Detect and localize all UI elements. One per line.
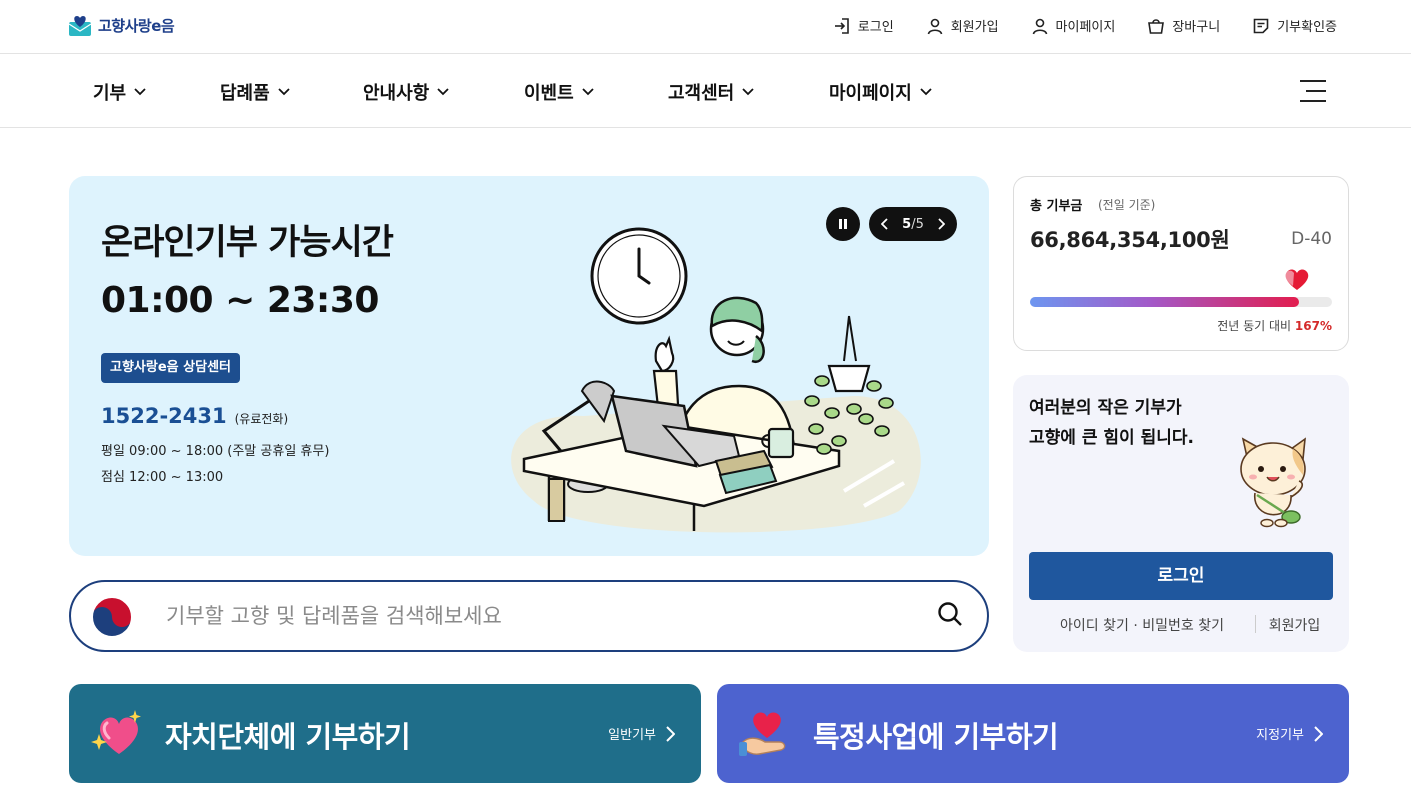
find-account-link[interactable]: 아이디 찾기 · 비밀번호 찾기 <box>1029 615 1255 635</box>
nav-item-donate[interactable]: 기부 <box>93 79 146 105</box>
total-donation-card: 총 기부금 (전일 기준) 66,864,354,100원 D-40 전년 동기… <box>1013 176 1349 351</box>
user-icon <box>927 18 942 34</box>
util-signup-link[interactable]: 회원가입 <box>926 16 999 35</box>
hero-banner: 온라인기부 가능시간 01:00 ~ 23:30 고향사랑e음 상담센터 152… <box>69 176 989 556</box>
util-login-label: 로그인 <box>857 20 894 35</box>
login-card: 여러분의 작은 기부가 고향에 큰 힘이 됩니다. 로그인 아이디 찾기 · 비… <box>1013 375 1349 652</box>
progress-fill <box>1030 297 1299 307</box>
login-links: 아이디 찾기 · 비밀번호 찾기 회원가입 <box>1029 615 1333 635</box>
hero-title: 온라인기부 가능시간 <box>101 223 394 263</box>
cat-mascot-illustration <box>1240 437 1306 528</box>
weekday-hours: 평일 09:00 ~ 18:00 (주말 공휴일 휴무) <box>101 444 330 459</box>
site-logo[interactable]: 고향사랑e음 <box>68 13 175 37</box>
util-signup-label: 회원가입 <box>950 20 999 35</box>
chevron-down-icon <box>742 88 754 96</box>
search-icon[interactable] <box>937 601 963 627</box>
nav-label: 안내사항 <box>363 83 430 104</box>
phone-note: (유료전화) <box>234 412 289 426</box>
receipt-icon <box>1253 18 1269 33</box>
nav-label: 기부 <box>93 83 127 104</box>
util-cart-label: 장바구니 <box>1172 20 1221 35</box>
util-cart-link[interactable]: 장바구니 <box>1147 16 1220 35</box>
signup-link[interactable]: 회원가입 <box>1256 615 1333 635</box>
chevron-down-icon <box>134 88 146 96</box>
phone-number: 1522-2431 <box>101 404 227 428</box>
nav-label: 이벤트 <box>524 83 574 104</box>
utility-links: 로그인 회원가입 마이페이지 장바구니 기부확인증 <box>833 16 1337 35</box>
cart-icon <box>1148 18 1165 34</box>
nav-item-guide[interactable]: 안내사항 <box>363 79 449 105</box>
util-receipt-link[interactable]: 기부확인증 <box>1252 16 1337 35</box>
heart-in-hand-icon <box>739 712 786 756</box>
logo-text: 고향사랑e음 <box>98 16 175 35</box>
banner-link-label: 일반기부 <box>608 728 656 743</box>
nav-item-support[interactable]: 고객센터 <box>668 79 754 105</box>
utility-bar: 고향사랑e음 로그인 회원가입 마이페이지 장바구니 기부확인증 <box>0 0 1411 54</box>
nav-label: 고객센터 <box>668 83 735 104</box>
heart-envelope-icon <box>68 16 92 36</box>
login-button[interactable]: 로그인 <box>1029 552 1333 600</box>
total-label: 총 기부금 <box>1030 199 1083 214</box>
nav-item-events[interactable]: 이벤트 <box>524 79 594 105</box>
total-amount: 66,864,354,100원 <box>1030 228 1230 252</box>
donation-progress-bar <box>1030 269 1332 307</box>
chevron-down-icon <box>437 88 449 96</box>
phone-block: 1522-2431 (유료전화) <box>101 404 288 428</box>
lunch-hours: 점심 12:00 ~ 13:00 <box>101 470 224 485</box>
chevron-right-icon <box>666 725 675 742</box>
login-message-line1: 여러분의 작은 기부가 <box>1029 398 1182 418</box>
nav-item-gifts[interactable]: 답례품 <box>220 79 290 105</box>
main-nav: 기부 답례품 안내사항 이벤트 고객센터 마이페이지 <box>0 55 1411 128</box>
chevron-down-icon <box>920 88 932 96</box>
donate-project-banner[interactable]: 특정사업에 기부하기 지정기부 <box>717 684 1349 783</box>
nav-label: 답례품 <box>220 83 270 104</box>
menu-icon[interactable] <box>1300 78 1326 104</box>
nav-label: 마이페이지 <box>829 83 912 104</box>
compare-value: 167% <box>1294 319 1332 333</box>
user-icon <box>1032 18 1047 34</box>
woman-laptop-illustration <box>511 227 921 533</box>
banner-title: 특정사업에 기부하기 <box>813 720 1059 754</box>
login-message-line2: 고향에 큰 힘이 됩니다. <box>1029 428 1194 448</box>
donate-local-gov-banner[interactable]: 자치단체에 기부하기 일반기부 <box>69 684 701 783</box>
search-input[interactable] <box>166 598 886 634</box>
dday-counter: D-40 <box>1291 229 1332 249</box>
taegeuk-emblem-icon <box>91 596 133 638</box>
compare-label: 전년 동기 대비 <box>1217 319 1292 333</box>
heart-icon <box>1285 269 1309 290</box>
hero-time: 01:00 ~ 23:30 <box>101 280 379 321</box>
util-receipt-label: 기부확인증 <box>1277 20 1337 35</box>
nav-item-mypage[interactable]: 마이페이지 <box>829 79 932 105</box>
util-mypage-link[interactable]: 마이페이지 <box>1031 16 1116 35</box>
yoy-comparison: 전년 동기 대비 167% <box>1217 317 1332 334</box>
banner-link[interactable]: 지정기부 <box>1256 724 1323 743</box>
banner-title: 자치단체에 기부하기 <box>165 720 411 754</box>
chevron-down-icon <box>582 88 594 96</box>
util-login-link[interactable]: 로그인 <box>833 16 894 35</box>
support-center-badge: 고향사랑e음 상담센터 <box>101 353 240 383</box>
banner-link-label: 지정기부 <box>1256 728 1304 743</box>
util-mypage-label: 마이페이지 <box>1055 20 1116 35</box>
login-message: 여러분의 작은 기부가 고향에 큰 힘이 됩니다. <box>1029 393 1194 453</box>
total-basis: (전일 기준) <box>1098 198 1156 212</box>
chevron-down-icon <box>278 88 290 96</box>
banner-link[interactable]: 일반기부 <box>608 724 675 743</box>
sparkling-heart-icon <box>91 710 141 754</box>
login-icon <box>834 17 849 34</box>
search-bar <box>69 580 989 652</box>
chevron-right-icon <box>1314 725 1323 742</box>
